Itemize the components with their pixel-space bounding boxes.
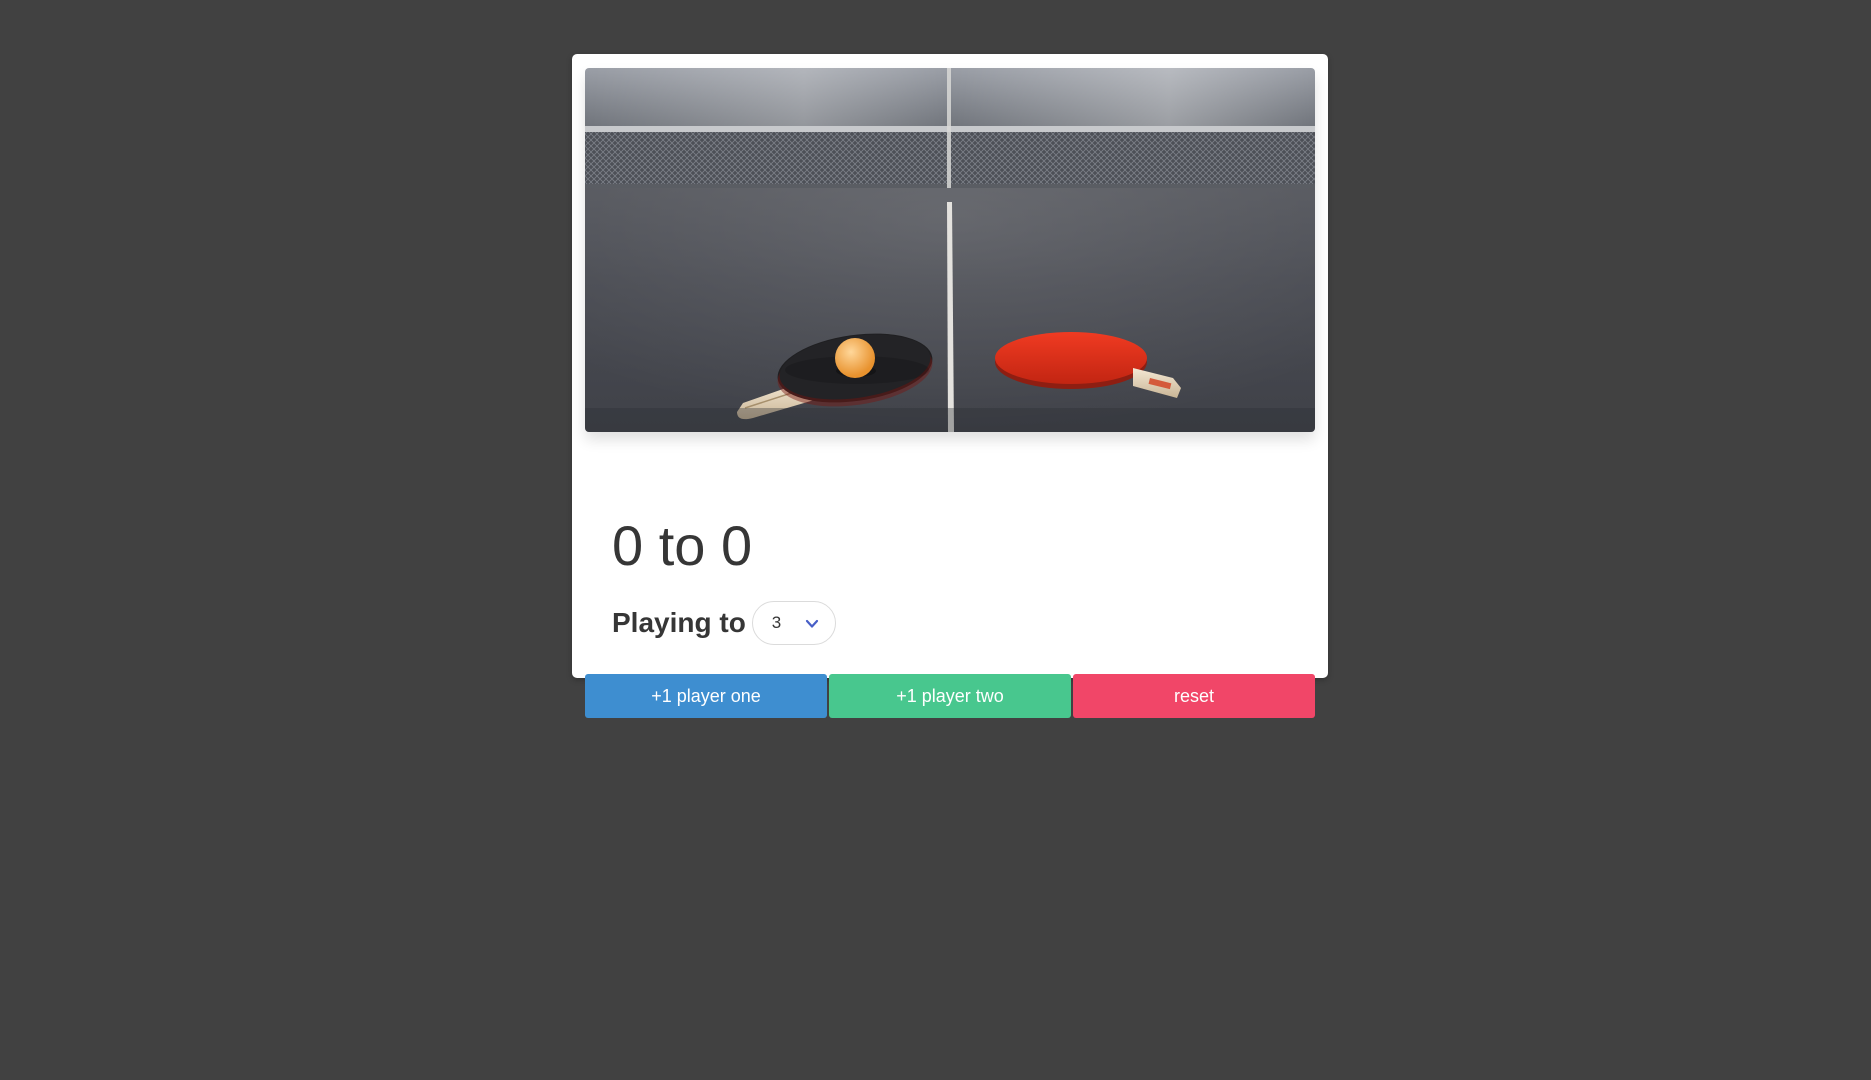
add-point-player-two-button[interactable]: +1 player two	[829, 674, 1071, 718]
winning-score-select[interactable]: 3	[751, 601, 836, 645]
winning-score-value: 3	[771, 613, 782, 632]
ping-pong-image	[585, 68, 1315, 432]
playing-to-row: Playing to 3	[612, 601, 836, 645]
score-separator: to	[658, 514, 706, 577]
reset-button[interactable]: reset	[1073, 674, 1315, 718]
chevron-down-icon	[805, 619, 818, 628]
ping-pong-ball	[835, 338, 875, 378]
player-two-score: 0	[720, 514, 753, 577]
scorekeeper-card: 0 to 0 Playing to 3 +1 player one +1 pla…	[572, 54, 1328, 718]
playing-to-label: Playing to	[612, 607, 746, 638]
score-display: 0 to 0	[612, 510, 752, 582]
add-point-player-one-button[interactable]: +1 player one	[585, 674, 827, 718]
button-row: +1 player one +1 player two reset	[585, 674, 1315, 718]
player-one-score: 0	[612, 514, 644, 577]
